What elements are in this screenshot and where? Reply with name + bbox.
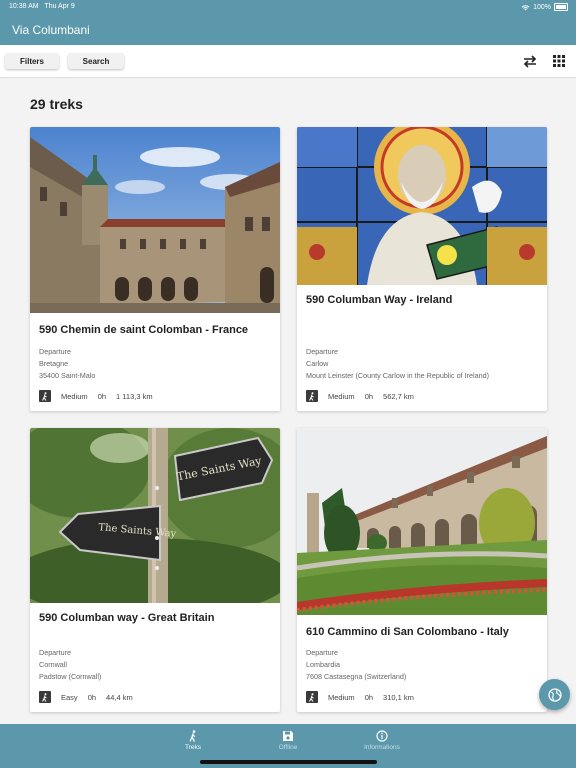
- distance: 44,4 km: [106, 692, 133, 702]
- tab-label: Treks: [184, 744, 201, 751]
- departure-label: Departure: [39, 347, 71, 356]
- status-time: 10:38 AM Thu Apr 9: [9, 3, 75, 10]
- difficulty: Easy: [61, 692, 78, 702]
- tab-treks[interactable]: Treks: [153, 730, 233, 751]
- distance: 310,1 km: [383, 692, 414, 702]
- distance: 1 113,3 km: [116, 391, 153, 401]
- toolbar: Filters Search: [0, 45, 576, 78]
- wifi-icon: [521, 4, 530, 11]
- trek-photo: The Saints Way The Saints Way: [30, 428, 280, 603]
- departure-place: Mount Leinster (County Carlow in the Rep…: [306, 371, 489, 380]
- battery-percent: 100%: [533, 3, 551, 11]
- battery-icon: [554, 3, 568, 11]
- trek-departure: Departure Lombardia 7608 Castasegna (Swi…: [306, 647, 406, 683]
- hiker-icon: [39, 390, 51, 402]
- departure-place: 7608 Castasegna (Switzerland): [306, 672, 407, 681]
- difficulty: Medium: [61, 391, 88, 401]
- duration: 0h: [87, 692, 97, 702]
- tab-label: Informations: [364, 744, 400, 751]
- trek-meta: Easy 0h 44,4 km: [39, 691, 133, 703]
- trek-departure: Departure Carlow Mount Leinster (County …: [306, 346, 489, 382]
- trek-title: 590 Columban Way - Ireland: [306, 294, 453, 306]
- app-bar: Via Columbani: [0, 13, 576, 45]
- app-title: Via Columbani: [12, 23, 90, 37]
- status-right: 100%: [521, 3, 568, 11]
- trek-card[interactable]: 610 Cammino di San Colombano - Italy Dep…: [297, 428, 547, 712]
- tab-informations[interactable]: Informations: [342, 730, 422, 751]
- hiker-icon: [189, 730, 196, 742]
- trek-title: 610 Cammino di San Colombano - Italy: [306, 626, 509, 638]
- home-indicator: [200, 760, 377, 764]
- difficulty: Medium: [328, 692, 355, 702]
- trek-departure: Departure Cornwall Padstow (Cornwall): [39, 647, 101, 683]
- map-fab-button[interactable]: [539, 679, 570, 710]
- departure-region: Bretagne: [39, 359, 69, 368]
- departure-place: Padstow (Cornwall): [39, 672, 102, 681]
- treks-count: 29 treks: [30, 96, 83, 112]
- difficulty: Medium: [328, 391, 355, 401]
- trek-photo: [297, 428, 547, 615]
- hiker-icon: [39, 691, 51, 703]
- status-bar: 10:38 AM Thu Apr 9 100%: [0, 0, 576, 13]
- trek-card[interactable]: The Saints Way The Saints Way 590 Columb…: [30, 428, 280, 712]
- distance: 562,7 km: [383, 391, 414, 401]
- globe-icon: [547, 687, 562, 702]
- trek-photo: [297, 127, 547, 285]
- trek-title: 590 Chemin de saint Colomban - France: [39, 324, 249, 336]
- duration: 0h: [97, 391, 107, 401]
- trek-departure: Departure Bretagne 35400 Saint-Malo: [39, 346, 95, 382]
- departure-region: Cornwall: [39, 660, 67, 669]
- info-icon: [376, 730, 388, 742]
- search-button[interactable]: Search: [68, 53, 124, 69]
- grid-icon[interactable]: [551, 53, 567, 69]
- trek-card[interactable]: 590 Columban Way - Ireland Departure Car…: [297, 127, 547, 411]
- duration: 0h: [364, 391, 374, 401]
- duration: 0h: [364, 692, 374, 702]
- trek-meta: Medium 0h 310,1 km: [306, 691, 414, 703]
- trek-photo: [30, 127, 280, 313]
- save-icon: [283, 731, 293, 741]
- trek-title: 590 Columban way - Great Britain: [39, 612, 215, 624]
- tab-offline[interactable]: Offline: [248, 730, 328, 751]
- tab-label: Offline: [278, 744, 298, 751]
- trek-card[interactable]: 590 Chemin de saint Colomban - France De…: [30, 127, 280, 411]
- filters-button[interactable]: Filters: [5, 53, 59, 69]
- hiker-icon: [306, 390, 318, 402]
- departure-label: Departure: [306, 347, 338, 356]
- hiker-icon: [306, 691, 318, 703]
- trek-meta: Medium 0h 562,7 km: [306, 390, 414, 402]
- departure-label: Departure: [39, 648, 71, 657]
- departure-region: Lombardia: [306, 660, 340, 669]
- departure-place: 35400 Saint-Malo: [39, 371, 96, 380]
- swap-icon[interactable]: [522, 53, 538, 69]
- departure-label: Departure: [306, 648, 338, 657]
- trek-meta: Medium 0h 1 113,3 km: [39, 390, 153, 402]
- departure-region: Carlow: [306, 359, 329, 368]
